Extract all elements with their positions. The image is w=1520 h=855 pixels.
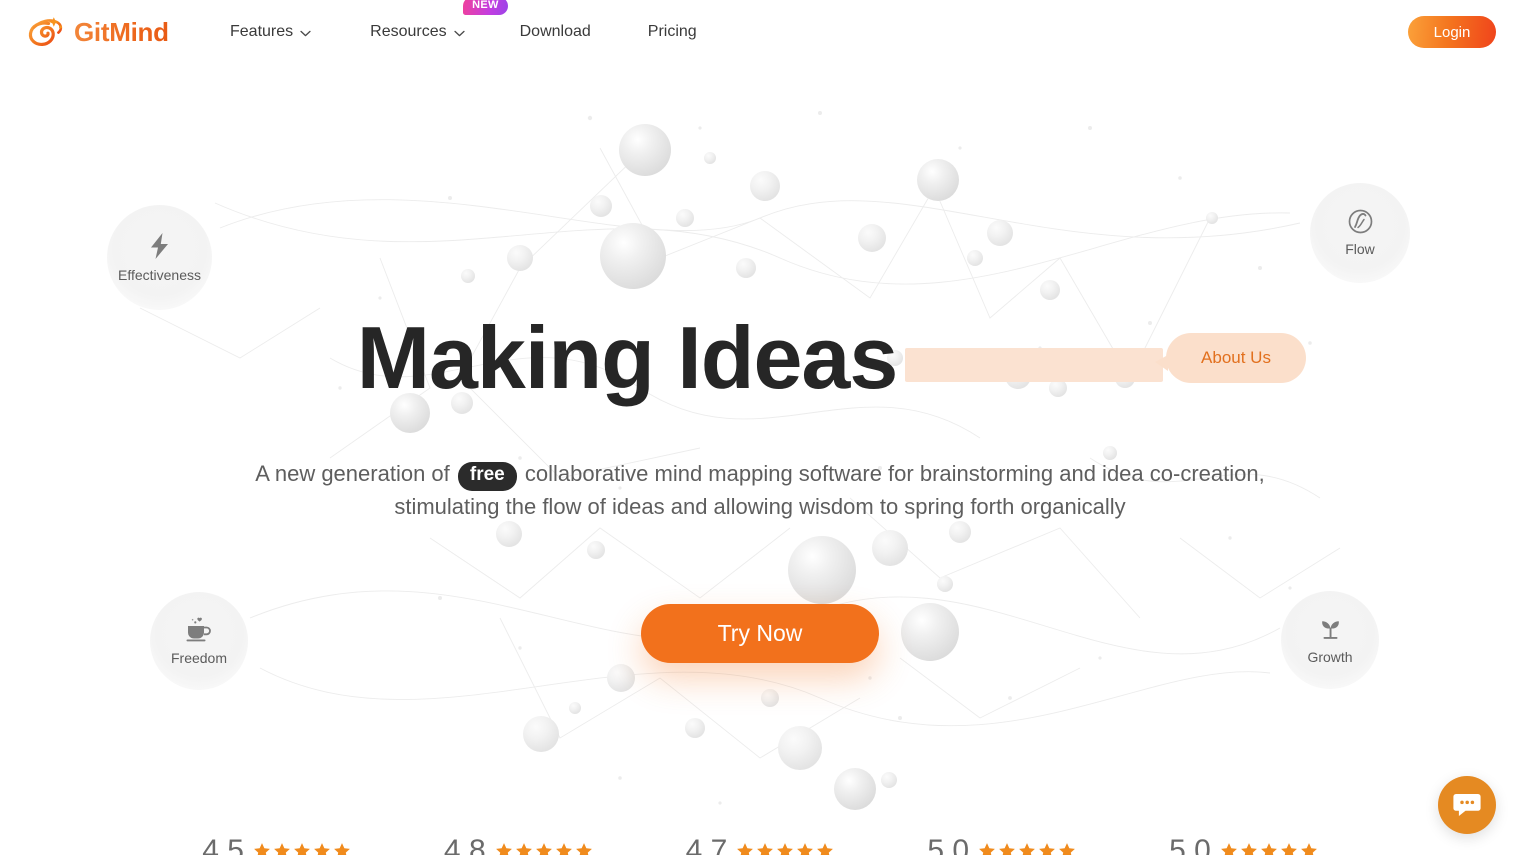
gitmind-swirl-logo-icon: [28, 17, 63, 47]
headline-typing-highlight: [905, 348, 1164, 383]
lightning-bolt-icon: [150, 233, 168, 259]
rating-item: 5.0: [1169, 836, 1318, 855]
feature-circle-flow[interactable]: Flow: [1310, 183, 1410, 283]
star-icon: [1260, 843, 1277, 855]
flow-wave-circle-icon: [1348, 209, 1372, 234]
feature-circle-freedom[interactable]: Freedom: [150, 592, 248, 690]
main-nav: Features NEW Resources Download Pricing: [230, 0, 697, 64]
rating-score: 4.7: [685, 834, 728, 855]
hero-subheading: A new generation of free collaborative m…: [230, 458, 1290, 523]
star-icon: [817, 843, 834, 855]
star-icon: [999, 843, 1015, 855]
try-now-button[interactable]: Try Now: [641, 604, 879, 663]
rating-item: 4.7: [686, 836, 835, 855]
star-icon: [254, 843, 270, 855]
star-icon: [1039, 843, 1055, 855]
star-icon: [777, 843, 794, 855]
rating-stars: [1220, 842, 1318, 855]
hero-section: Making Ideas About Us A new generation o…: [0, 0, 1520, 855]
nav-item-resources[interactable]: NEW Resources: [370, 0, 508, 41]
chat-widget-button[interactable]: [1438, 776, 1496, 834]
nav-label-resources: Resources: [370, 23, 447, 40]
star-icon: [555, 843, 572, 855]
star-icon: [1059, 843, 1075, 855]
feature-circle-label: Freedom: [170, 649, 228, 666]
feature-circle-label: Flow: [1345, 241, 1375, 257]
star-icon: [535, 843, 552, 855]
ratings-strip: 4.5 4.8 4.7 5.0 5.0: [0, 836, 1520, 855]
feature-circle-effectiveness[interactable]: Effectiveness: [107, 205, 212, 310]
star-icon: [757, 843, 774, 855]
star-icon: [274, 843, 290, 855]
nav-item-pricing[interactable]: Pricing: [648, 23, 697, 41]
subhead-text-before: A new generation of: [255, 461, 450, 486]
rating-item: 5.0: [927, 836, 1076, 855]
nav-label-download: Download: [519, 23, 591, 40]
rating-score: 4.8: [443, 834, 486, 855]
chevron-down-icon: [300, 30, 311, 37]
logo[interactable]: GitMind: [26, 14, 169, 50]
coffee-cup-icon: [186, 617, 211, 641]
nav-item-download[interactable]: Download: [520, 23, 591, 41]
rating-item: 4.8: [444, 836, 593, 855]
nav-label-pricing: Pricing: [647, 23, 697, 40]
chat-bubble-dots-icon: [1453, 794, 1481, 816]
sprout-icon: [1321, 620, 1339, 639]
star-icon: [1220, 843, 1237, 855]
logo-text: GitMind: [74, 16, 169, 47]
star-icon: [1019, 843, 1035, 855]
site-header: GitMind Features NEW Resources Download …: [0, 0, 1520, 64]
chevron-down-icon: [453, 30, 465, 37]
rating-stars: [495, 842, 593, 855]
background-network-pattern: [0, 58, 1520, 855]
login-button[interactable]: Login: [1408, 16, 1496, 48]
subhead-text-after: collaborative mind mapping software for …: [394, 461, 1265, 519]
star-icon: [515, 843, 532, 855]
star-icon: [979, 843, 995, 855]
rating-stars: [253, 842, 351, 855]
rating-score: 5.0: [927, 834, 970, 855]
about-us-bubble[interactable]: About Us: [1155, 333, 1306, 383]
feature-circle-growth[interactable]: Growth: [1281, 591, 1379, 689]
rating-score: 4.5: [202, 834, 244, 855]
star-icon: [737, 843, 754, 855]
page-title: Making Ideas: [356, 308, 899, 407]
star-icon: [294, 843, 310, 855]
rating-score: 5.0: [1169, 834, 1211, 855]
feature-circle-label: Growth: [1307, 648, 1353, 665]
star-icon: [575, 843, 592, 855]
star-icon: [1300, 843, 1317, 855]
nav-label-features: Features: [230, 23, 294, 40]
star-icon: [334, 843, 350, 855]
nav-item-features[interactable]: Features: [230, 23, 311, 41]
new-badge: NEW: [463, 0, 508, 15]
star-icon: [797, 843, 814, 855]
rating-stars: [978, 842, 1076, 855]
feature-circle-label: Effectiveness: [117, 267, 201, 283]
star-icon: [314, 843, 330, 855]
rating-stars: [736, 842, 834, 855]
star-icon: [1240, 843, 1257, 855]
free-badge: free: [457, 462, 517, 491]
star-icon: [1280, 843, 1297, 855]
rating-item: 4.5: [202, 836, 351, 855]
about-us-label: About Us: [1201, 348, 1271, 367]
star-icon: [495, 843, 512, 855]
